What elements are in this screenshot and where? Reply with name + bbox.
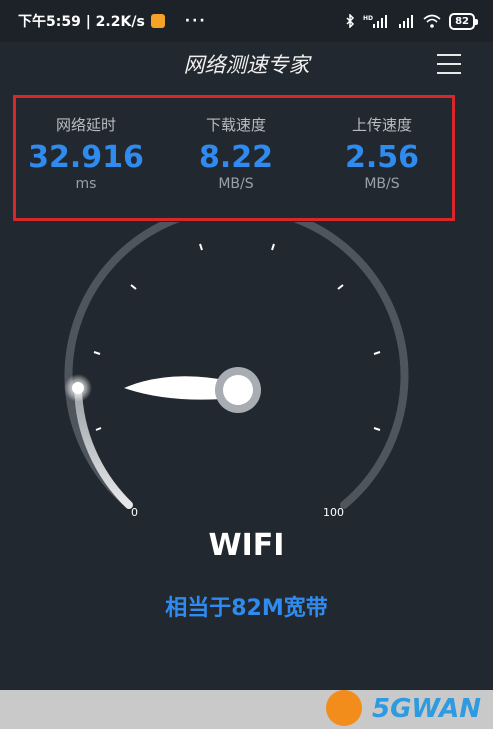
gauge-min-label: 0 bbox=[131, 506, 138, 519]
status-time-speed: 下午5:59 | 2.2K/s bbox=[18, 14, 145, 30]
battery-indicator: 82 bbox=[449, 12, 478, 30]
signal-icon-2 bbox=[399, 15, 414, 28]
more-notifications-icon: ··· bbox=[184, 13, 207, 29]
gauge-track bbox=[64, 222, 409, 509]
status-bar: 下午5:59 | 2.2K/s ··· HD 82 bbox=[0, 0, 493, 42]
wifi-icon bbox=[423, 14, 441, 28]
page-title: 网络测速专家 bbox=[183, 53, 310, 77]
gauge-progress bbox=[74, 384, 133, 509]
upload-unit: MB/S bbox=[364, 176, 400, 192]
status-right: HD 82 bbox=[345, 12, 478, 30]
download-unit: MB/S bbox=[218, 176, 254, 192]
gauge-hub bbox=[223, 375, 253, 405]
latency-value: 32.916 bbox=[28, 140, 144, 175]
gauge-max-label: 100 bbox=[323, 506, 344, 519]
connection-type: WIFI bbox=[208, 528, 285, 563]
status-left: 下午5:59 | 2.2K/s ··· bbox=[18, 11, 207, 31]
app-header: 网络测速专家 bbox=[0, 42, 493, 86]
bluetooth-icon bbox=[346, 14, 355, 28]
stat-download: 下载速度 8.22 MB/S bbox=[166, 114, 306, 192]
signal-hd-badge: HD bbox=[363, 15, 373, 22]
speed-gauge: 0 100 bbox=[64, 222, 409, 519]
gauge-indicator-dot bbox=[72, 382, 84, 394]
stat-latency: 网络延时 32.916 ms bbox=[16, 114, 156, 192]
menu-icon[interactable] bbox=[437, 54, 461, 74]
notification-icon bbox=[150, 14, 165, 28]
stat-upload: 上传速度 2.56 MB/S bbox=[312, 114, 452, 192]
upload-value: 2.56 bbox=[344, 140, 420, 175]
bandwidth-equivalent: 相当于82M宽带 bbox=[165, 596, 328, 621]
download-value: 8.22 bbox=[198, 140, 274, 175]
download-label: 下载速度 bbox=[205, 116, 266, 134]
upload-label: 上传速度 bbox=[351, 116, 412, 134]
latency-unit: ms bbox=[75, 176, 97, 192]
latency-label: 网络延时 bbox=[55, 116, 116, 134]
signal-icon: HD bbox=[363, 15, 388, 28]
speed-stats-panel: 网络延时 32.916 ms 下载速度 8.22 MB/S 上传速度 2.56 … bbox=[13, 95, 455, 221]
watermark-logo-icon bbox=[326, 690, 362, 726]
watermark-text: 5GWAN bbox=[372, 694, 482, 724]
